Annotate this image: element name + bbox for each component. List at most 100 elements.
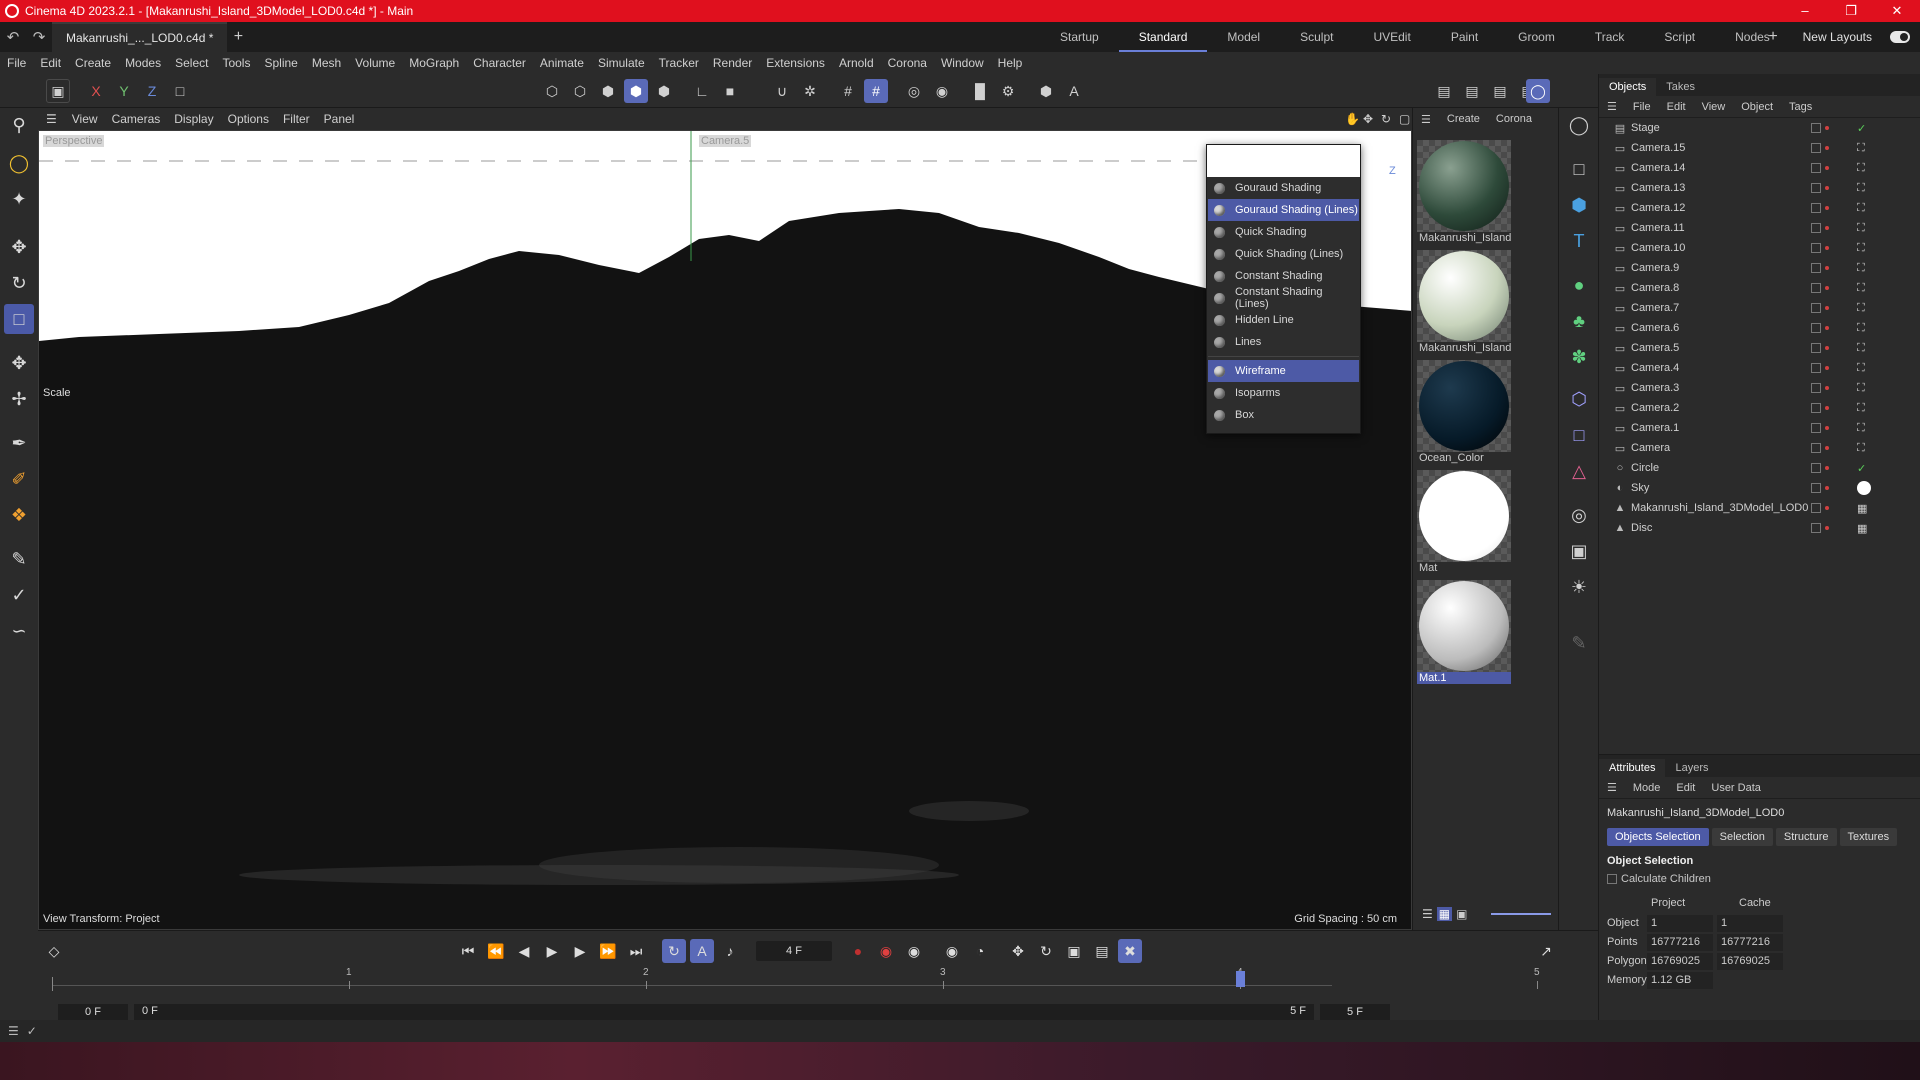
object-menu-edit[interactable]: Edit (1659, 101, 1694, 113)
camera-target-tag-icon[interactable]: ⛶ (1857, 222, 1865, 235)
object-visibility-flags[interactable] (1811, 223, 1829, 233)
object-row[interactable]: ▭ Camera ⛶ (1599, 438, 1920, 458)
workplane-icon[interactable]: # (864, 79, 888, 103)
layer-checkbox[interactable] (1811, 443, 1821, 453)
object-visibility-flags[interactable] (1811, 463, 1829, 473)
frame-ruler[interactable]: 12345 (52, 967, 1540, 1001)
menu-simulate[interactable]: Simulate (591, 56, 652, 70)
object-menu-object[interactable]: Object (1733, 101, 1781, 113)
layer-checkbox[interactable] (1811, 123, 1821, 133)
key-scale-icon[interactable]: ✥ (1006, 939, 1030, 963)
layout-tab-uvedit[interactable]: UVEdit (1353, 22, 1430, 52)
object-visibility-flags[interactable] (1811, 523, 1829, 533)
object-visibility-flags[interactable] (1811, 423, 1829, 433)
loop-icon[interactable]: ↻ (662, 939, 686, 963)
menu-mesh[interactable]: Mesh (305, 56, 348, 70)
camera-target-tag-icon[interactable]: ⛶ (1857, 262, 1865, 275)
object-visibility-flags[interactable] (1811, 443, 1829, 453)
rotate-icon[interactable]: ↻ (4, 268, 34, 298)
camera-target-tag-icon[interactable]: ⛶ (1857, 142, 1865, 155)
shading-option-gouraud-shading-lines[interactable]: Gouraud Shading (Lines) (1208, 199, 1359, 221)
fracture-icon[interactable]: ✽ (1564, 342, 1594, 372)
tab-attributes[interactable]: Attributes (1599, 759, 1666, 777)
shading-option-isoparms[interactable]: Isoparms (1208, 382, 1359, 404)
key-position-icon[interactable]: ◉ (940, 939, 964, 963)
layout-tab-script[interactable]: Script (1644, 22, 1715, 52)
visibility-dot[interactable] (1825, 526, 1829, 530)
object-menu-file[interactable]: File (1625, 101, 1659, 113)
key-param-icon[interactable]: ↻ (1034, 939, 1058, 963)
object-row[interactable]: ▭ Camera.13 ⛶ (1599, 178, 1920, 198)
autokey-icon[interactable]: ◉ (874, 939, 898, 963)
shading-option-hidden-line[interactable]: Hidden Line (1208, 309, 1359, 331)
menu-create[interactable]: Create (68, 56, 118, 70)
layer-checkbox[interactable] (1811, 143, 1821, 153)
camera-target-tag-icon[interactable]: ⛶ (1857, 282, 1865, 295)
menu-modes[interactable]: Modes (118, 56, 168, 70)
menu-spline[interactable]: Spline (257, 56, 304, 70)
current-frame-field[interactable]: 4 F (756, 941, 832, 961)
cube-outline-icon[interactable]: □ (1564, 154, 1594, 184)
key-rotation-icon[interactable]: ◔ (968, 939, 992, 963)
deformer-scale-icon[interactable]: ✢ (4, 384, 34, 414)
visibility-dot[interactable] (1825, 386, 1829, 390)
render-region-icon[interactable]: ◎ (902, 79, 926, 103)
layout-tab-startup[interactable]: Startup (1040, 22, 1119, 52)
start-frame-field[interactable]: 0 F (58, 1004, 128, 1021)
object-visibility-flags[interactable] (1811, 163, 1829, 173)
layer-checkbox[interactable] (1811, 423, 1821, 433)
cloner-icon[interactable]: ♣ (1564, 306, 1594, 336)
camera-target-tag-icon[interactable]: ⛶ (1857, 422, 1865, 435)
menu-tracker[interactable]: Tracker (652, 56, 706, 70)
layer-checkbox[interactable] (1811, 163, 1821, 173)
motion-system-icon[interactable]: ▤ (1090, 939, 1114, 963)
y-axis-toggle[interactable]: Y (112, 79, 136, 103)
end-frame-field[interactable]: 5 F (1320, 1004, 1390, 1021)
next-frame-icon[interactable]: ▶ (568, 939, 592, 963)
layer-checkbox[interactable] (1811, 463, 1821, 473)
layer-checkbox[interactable] (1811, 383, 1821, 393)
object-visibility-flags[interactable] (1811, 283, 1829, 293)
visibility-dot[interactable] (1825, 166, 1829, 170)
settings-gear-icon[interactable]: ⚙ (996, 79, 1020, 103)
calculate-children-row[interactable]: Calculate Children (1607, 873, 1711, 885)
search-icon[interactable]: ⚲ (4, 110, 34, 140)
attr-menu-mode[interactable]: Mode (1625, 782, 1669, 794)
playhead[interactable] (1236, 971, 1245, 987)
undo-icon[interactable]: ↶ (0, 28, 26, 46)
object-visibility-flags[interactable] (1811, 203, 1829, 213)
object-row[interactable]: ▭ Camera.11 ⛶ (1599, 218, 1920, 238)
previous-frame-icon[interactable]: ◀ (512, 939, 536, 963)
material-swatch[interactable]: Mat (1417, 470, 1511, 574)
add-layout-plus-icon[interactable]: + (1762, 28, 1784, 46)
object-row[interactable]: ▤ Stage ✓ (1599, 118, 1920, 138)
close-button[interactable]: ✕ (1874, 3, 1920, 19)
object-row[interactable]: ▭ Camera.5 ⛶ (1599, 338, 1920, 358)
object-row[interactable]: ▭ Camera.14 ⛶ (1599, 158, 1920, 178)
menu-tools[interactable]: Tools (215, 56, 257, 70)
document-tab[interactable]: Makanrushi_..._LOD0.c4d * (52, 22, 228, 52)
timeline-graph-icon[interactable]: ↗ (1534, 939, 1558, 963)
sky-material-tag-icon[interactable] (1857, 481, 1871, 495)
layer-checkbox[interactable] (1811, 283, 1821, 293)
visibility-dot[interactable] (1825, 306, 1829, 310)
visibility-dot[interactable] (1825, 446, 1829, 450)
object-row[interactable]: ▭ Camera.15 ⛶ (1599, 138, 1920, 158)
object-row[interactable]: ▭ Camera.2 ⛶ (1599, 398, 1920, 418)
previous-key-icon[interactable]: ⏪ (484, 939, 508, 963)
text-spline-icon[interactable]: T (1564, 226, 1594, 256)
brush-icon[interactable]: ✎ (4, 544, 34, 574)
camera-target-tag-icon[interactable]: ⛶ (1857, 322, 1865, 335)
render-to-picture-viewer-icon[interactable]: ▤ (1460, 79, 1484, 103)
scene-icon[interactable]: △ (1564, 456, 1594, 486)
object-row[interactable]: ▲ Makanrushi_Island_3DModel_LOD0 ▦ (1599, 498, 1920, 518)
shading-option-lines[interactable]: Lines (1208, 331, 1359, 353)
object-visibility-flags[interactable] (1811, 383, 1829, 393)
spline-pen-icon[interactable]: ✒ (4, 428, 34, 458)
camera-target-tag-icon[interactable]: ⛶ (1857, 402, 1865, 415)
keyframe-selection-icon[interactable]: ◉ (902, 939, 926, 963)
object-row[interactable]: ▭ Camera.7 ⛶ (1599, 298, 1920, 318)
light-icon[interactable]: ☀ (1564, 572, 1594, 602)
object-row[interactable]: ▭ Camera.4 ⛶ (1599, 358, 1920, 378)
redo-icon[interactable]: ↷ (26, 28, 52, 46)
